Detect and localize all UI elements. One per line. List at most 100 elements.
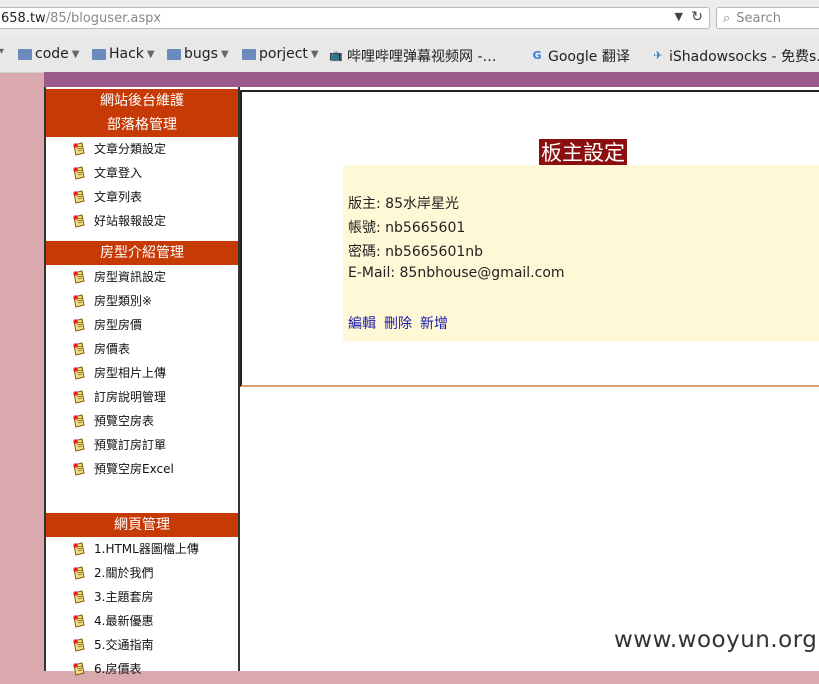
sidebar-item[interactable]: 5.交通指南 [46, 633, 238, 657]
email-value: E-Mail: 85nbhouse@gmail.com [348, 265, 565, 281]
document-edit-icon [72, 140, 86, 156]
sidebar-item-label: 房型類別※ [94, 294, 153, 308]
bookmark-folder-porject[interactable]: porject ▼ [242, 46, 319, 62]
sidebar-item-label: 預覽空房Excel [94, 462, 174, 476]
main-content: 板主設定 版主: 85水岸星光 帳號: nb5665601 密碼: nb5665… [240, 87, 819, 671]
translate-icon: G [532, 49, 542, 62]
sidebar-item-label: 4.最新優惠 [94, 614, 154, 628]
document-edit-icon [72, 388, 86, 404]
bookmark-scroll-left[interactable]: ▾ [0, 46, 4, 57]
sidebar-item-label: 房型相片上傳 [94, 366, 167, 380]
document-edit-icon [72, 364, 86, 380]
folder-icon [242, 48, 256, 60]
delete-link[interactable]: 刪除 [384, 316, 412, 332]
reload-icon[interactable]: ↻ [691, 9, 703, 25]
settings-panel: 板主設定 版主: 85水岸星光 帳號: nb5665601 密碼: nb5665… [240, 90, 819, 387]
document-edit-icon [72, 292, 86, 308]
document-edit-icon [72, 316, 86, 332]
sidebar-item-label: 1.HTML器圖檔上傳 [94, 542, 199, 556]
sidebar-item-label: 預覽空房表 [94, 414, 155, 428]
sidebar-item-label: 3.主題套房 [94, 590, 154, 604]
sidebar-item[interactable]: 1.HTML器圖檔上傳 [46, 537, 238, 561]
document-edit-icon [72, 268, 86, 284]
chevron-down-icon: ▼ [71, 48, 80, 60]
sidebar-item-label: 2.關於我們 [94, 566, 154, 580]
chevron-down-icon: ▼ [146, 48, 155, 60]
bookmark-bilibili[interactable]: 📺 哔哩哔哩弹幕视频网 -… [329, 46, 497, 66]
folder-icon [167, 48, 181, 60]
section-header-blog: 部落格管理 [46, 113, 238, 137]
document-edit-icon [72, 412, 86, 428]
sidebar-item[interactable]: 房型相片上傳 [46, 361, 238, 385]
edit-link[interactable]: 編輯 [348, 316, 376, 332]
sidebar-item[interactable]: 房型類別※ [46, 289, 238, 313]
search-placeholder: Search [736, 10, 781, 26]
bookmark-ishadowsocks[interactable]: ✈ iShadowsocks - 免费s... [651, 46, 819, 66]
section-web-items: 1.HTML器圖檔上傳 2.關於我們 3.主題套房 4.最新優惠 5.交通指南 6.房價表 [46, 537, 238, 681]
add-link[interactable]: 新增 [420, 316, 448, 332]
bookmark-folder-hack[interactable]: Hack ▼ [92, 46, 155, 62]
search-input[interactable]: ⌕ Search [716, 7, 819, 29]
section-blog-items: 文章分類設定文章登入文章列表好站報報設定 [46, 137, 238, 233]
bookmark-label: code [35, 46, 69, 62]
page-title: 板主設定 [539, 139, 627, 167]
bookmark-folder-bugs[interactable]: bugs ▼ [167, 46, 229, 62]
sidebar-item-label: 好站報報設定 [94, 214, 167, 228]
bookmark-folder-code[interactable]: code ▼ [18, 46, 79, 62]
document-edit-icon [72, 636, 86, 652]
document-edit-icon [72, 188, 86, 204]
sidebar-item[interactable]: 3.主題套房 [46, 585, 238, 609]
document-edit-icon [72, 436, 86, 452]
sidebar-main-header: 網站後台維護 [46, 89, 238, 113]
folder-icon [18, 48, 32, 60]
owner-info-box: 版主: 85水岸星光 帳號: nb5665601 密碼: nb5665601nb… [343, 165, 819, 341]
sidebar-item[interactable]: 6.房價表 [46, 657, 238, 681]
sidebar-item-label: 預覽訂房訂單 [94, 438, 167, 452]
owner-name: 版主: 85水岸星光 [348, 196, 459, 212]
tv-icon: 📺 [329, 49, 343, 62]
sidebar-item[interactable]: 文章列表 [46, 185, 238, 209]
sidebar-item[interactable]: 預覽空房Excel [46, 457, 238, 481]
section-header-web: 網頁管理 [46, 513, 238, 537]
sidebar-item[interactable]: 好站報報設定 [46, 209, 238, 233]
bookmark-label: Google 翻译 [548, 49, 630, 65]
document-edit-icon [72, 212, 86, 228]
folder-icon [92, 48, 106, 60]
document-edit-icon [72, 164, 86, 180]
section-header-room: 房型介紹管理 [46, 241, 238, 265]
sidebar-item-label: 文章列表 [94, 190, 143, 204]
sidebar-item-label: 文章登入 [94, 166, 143, 180]
document-edit-icon [72, 340, 86, 356]
url-host: 658.tw [1, 10, 46, 26]
sidebar-item[interactable]: 4.最新優惠 [46, 609, 238, 633]
bookmarks-bar: ▾ code ▼ Hack ▼ bugs ▼ porject ▼ 📺 哔哩哔哩弹幕视频网 … [0, 38, 819, 73]
site-top-nav [44, 72, 819, 87]
document-edit-icon [72, 660, 86, 676]
chevron-down-icon: ▼ [310, 48, 319, 60]
sidebar-item-label: 房價表 [94, 342, 131, 356]
sidebar-item[interactable]: 文章登入 [46, 161, 238, 185]
bookmark-label: 哔哩哔哩弹幕视频网 -… [347, 49, 497, 65]
bookmark-google-translate[interactable]: G Google 翻译 [530, 46, 630, 66]
sidebar-item[interactable]: 房型資訊設定 [46, 265, 238, 289]
document-edit-icon [72, 564, 86, 580]
sidebar-item[interactable]: 房型房價 [46, 313, 238, 337]
sidebar-item[interactable]: 房價表 [46, 337, 238, 361]
sidebar-item[interactable]: 預覽空房表 [46, 409, 238, 433]
browser-toolbar: 658.tw/85/bloguser.aspx ▼ ↻ ⌕ Search [0, 0, 819, 38]
account-value: 帳號: nb5665601 [348, 220, 466, 236]
chevron-down-icon: ▾ [0, 46, 5, 57]
sidebar-item-label: 房型資訊設定 [94, 270, 167, 284]
sidebar-item[interactable]: 訂房說明管理 [46, 385, 238, 409]
search-icon: ⌕ [723, 10, 731, 26]
sidebar-item[interactable]: 文章分類設定 [46, 137, 238, 161]
sidebar-item[interactable]: 2.關於我們 [46, 561, 238, 585]
url-field[interactable]: 658.tw/85/bloguser.aspx ▼ ↻ [0, 7, 710, 29]
history-dropdown-icon[interactable]: ▼ [675, 10, 683, 23]
bookmark-label: porject [259, 46, 308, 62]
document-edit-icon [72, 588, 86, 604]
url-path: /85/bloguser.aspx [45, 10, 162, 26]
sidebar-item[interactable]: 預覽訂房訂單 [46, 433, 238, 457]
bookmark-label: bugs [184, 46, 218, 62]
chevron-down-icon: ▼ [220, 48, 229, 60]
